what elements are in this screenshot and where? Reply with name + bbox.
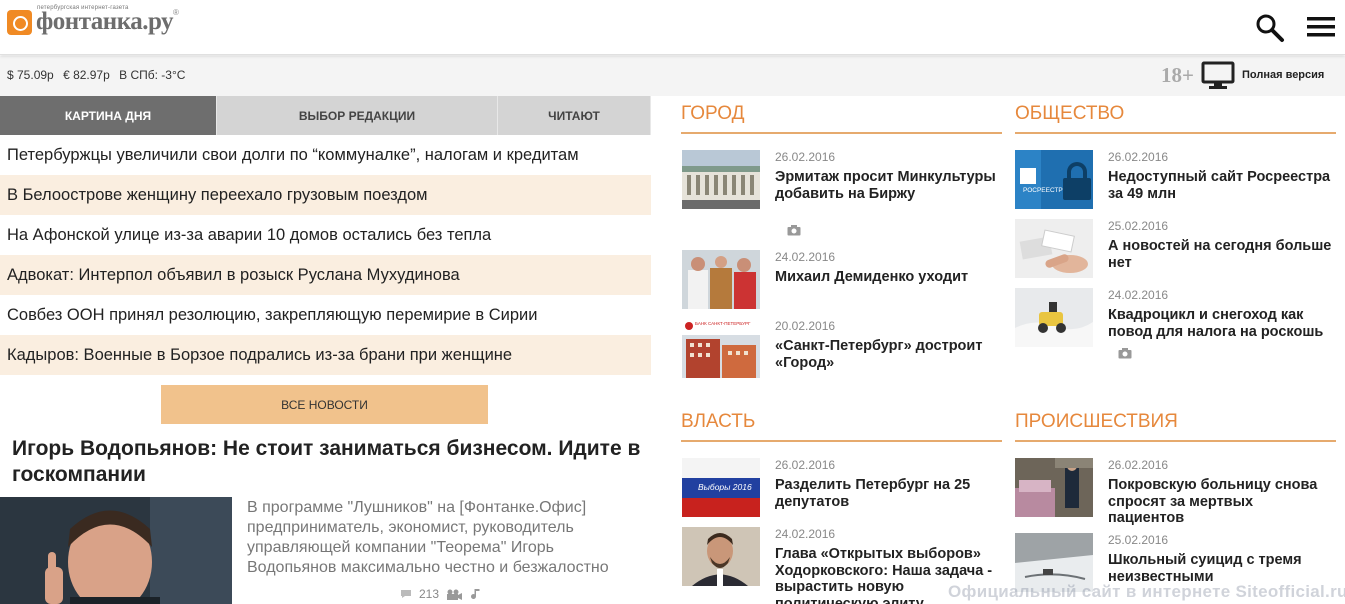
section-title-obshchestvo[interactable]: ОБЩЕСТВО bbox=[1015, 96, 1336, 134]
article-date: 24.02.2016 bbox=[775, 250, 836, 264]
usd-rate: $ 75.09р bbox=[7, 68, 54, 82]
feature-meta: 213 bbox=[400, 587, 483, 601]
article-title[interactable]: А новостей на сегодня больше нет bbox=[1108, 238, 1333, 271]
article-card[interactable]: БАНК САНКТ-ПЕТЕРБУРГ 20.02.2016 «Санкт-П… bbox=[682, 319, 1003, 379]
comment-icon bbox=[401, 590, 411, 598]
logo-text: фонтанка.ру bbox=[36, 8, 174, 35]
news-item[interactable]: Совбез ООН принял резолюцию, закрепляющу… bbox=[0, 295, 651, 335]
article-date: 26.02.2016 bbox=[775, 458, 836, 472]
section-obshchestvo: ОБЩЕСТВО bbox=[1015, 96, 1336, 134]
article-card[interactable]: 25.02.2016 А новостей на сегодня больше … bbox=[1015, 219, 1336, 281]
news-tabs: КАРТИНА ДНЯ ВЫБОР РЕДАКЦИИ ЧИТАЮТ bbox=[0, 96, 651, 135]
bank-logo-text: БАНК САНКТ-ПЕТЕРБУРГ bbox=[695, 321, 751, 326]
article-card[interactable]: 24.02.2016 Квадроцикл и снегоход как пов… bbox=[1015, 288, 1336, 363]
article-title[interactable]: Разделить Петербург на 25 депутатов bbox=[775, 477, 1000, 510]
article-card[interactable]: 24.02.2016 Михаил Демиденко уходит bbox=[682, 250, 1003, 310]
feature-lead: В программе "Лушников" на [Фонтанке.Офис… bbox=[247, 499, 609, 576]
vybory-text: Выборы 2016 bbox=[698, 482, 752, 492]
article-card[interactable]: РОСРЕЕСТР 26.02.2016 Недоступный сайт Ро… bbox=[1015, 150, 1336, 212]
article-thumbnail[interactable]: РОСРЕЕСТР bbox=[1015, 150, 1093, 209]
camera-icon bbox=[787, 225, 801, 236]
section-title-vlast[interactable]: ВЛАСТЬ bbox=[681, 404, 1002, 442]
section-gorod: ГОРОД bbox=[681, 96, 1002, 134]
section-title-proisshestviya[interactable]: ПРОИСШЕСТВИЯ bbox=[1015, 404, 1336, 442]
article-date: 24.02.2016 bbox=[775, 527, 836, 541]
monitor-icon[interactable] bbox=[1201, 61, 1235, 91]
article-card[interactable]: 26.02.2016 Эрмитаж просит Минкультуры до… bbox=[682, 150, 1003, 245]
article-thumbnail[interactable] bbox=[682, 527, 760, 586]
tab-vybor-redaktsii[interactable]: ВЫБОР РЕДАКЦИИ bbox=[217, 96, 498, 135]
article-thumbnail[interactable] bbox=[682, 250, 760, 309]
article-date: 25.02.2016 bbox=[1108, 533, 1169, 547]
article-date: 26.02.2016 bbox=[1108, 150, 1169, 164]
camera-icon bbox=[1118, 348, 1132, 359]
article-thumbnail[interactable] bbox=[682, 150, 760, 209]
feature-photo[interactable] bbox=[0, 497, 232, 604]
all-news-button[interactable]: ВСЕ НОВОСТИ bbox=[161, 385, 488, 424]
weather: В СПб: -3°С bbox=[119, 68, 186, 82]
age-rating-badge: 18+ bbox=[1161, 63, 1194, 87]
rosreestr-text: РОСРЕЕСТР bbox=[1023, 187, 1063, 194]
logo-wordmark: петербургская интернет-газета фонтанка.р… bbox=[36, 5, 179, 36]
logo-mark-icon bbox=[7, 9, 32, 35]
article-date: 25.02.2016 bbox=[1108, 219, 1169, 233]
section-proisshestviya: ПРОИСШЕСТВИЯ bbox=[1015, 404, 1336, 442]
info-bar: $ 75.09р € 82.97р В СПб: -3°С 18+ Полная… bbox=[0, 56, 1345, 96]
site-logo[interactable]: петербургская интернет-газета фонтанка.р… bbox=[7, 5, 179, 36]
article-card[interactable]: Выборы 2016 26.02.2016 Разделить Петербу… bbox=[682, 458, 1003, 520]
article-thumbnail[interactable]: Выборы 2016 bbox=[682, 458, 760, 517]
article-title[interactable]: Покровскую больницу снова спросят за мер… bbox=[1108, 477, 1333, 527]
article-thumbnail[interactable]: БАНК САНКТ-ПЕТЕРБУРГ bbox=[682, 319, 760, 378]
article-card[interactable]: 26.02.2016 Покровскую больницу снова спр… bbox=[1015, 458, 1336, 528]
section-vlast: ВЛАСТЬ bbox=[681, 404, 1002, 442]
full-version-link[interactable]: Полная версия bbox=[1242, 69, 1324, 81]
news-item[interactable]: В Белоострове женщину переехало грузовым… bbox=[0, 175, 651, 215]
tab-chitayut[interactable]: ЧИТАЮТ bbox=[498, 96, 651, 135]
article-title[interactable]: Школьный суицид с тремя неизвестными bbox=[1108, 552, 1333, 585]
news-item[interactable]: Адвокат: Интерпол объявил в розыск Русла… bbox=[0, 255, 651, 295]
site-watermark: Официальный сайт в интернете Siteofficia… bbox=[948, 582, 1345, 601]
article-title[interactable]: Михаил Демиденко уходит bbox=[775, 269, 1000, 286]
article-title[interactable]: Эрмитаж просит Минкультуры добавить на Б… bbox=[775, 169, 1000, 202]
article-title[interactable]: Квадроцикл и снегоход как повод для нало… bbox=[1108, 307, 1333, 340]
section-title-gorod[interactable]: ГОРОД bbox=[681, 96, 1002, 134]
logo-registered-mark: ® bbox=[173, 8, 179, 17]
article-date: 24.02.2016 bbox=[1108, 288, 1169, 302]
article-title[interactable]: Недоступный сайт Росреестра за 49 млн bbox=[1108, 169, 1333, 202]
feature-title[interactable]: Игорь Водопьянов: Не стоит заниматься би… bbox=[12, 436, 642, 488]
article-date: 20.02.2016 bbox=[775, 319, 836, 333]
news-item[interactable]: Кадыров: Военные в Борзое подрались из-з… bbox=[0, 335, 651, 375]
tab-kartina-dnya[interactable]: КАРТИНА ДНЯ bbox=[0, 96, 217, 135]
article-date: 26.02.2016 bbox=[775, 150, 836, 164]
news-item[interactable]: Петербуржцы увеличили свои долги по “ком… bbox=[0, 135, 651, 175]
audio-icon bbox=[471, 589, 480, 599]
video-icon bbox=[447, 589, 463, 600]
hamburger-menu-icon[interactable] bbox=[1306, 15, 1336, 39]
article-thumbnail[interactable] bbox=[1015, 219, 1093, 278]
comment-count: 213 bbox=[419, 587, 440, 601]
top-header: петербургская интернет-газета фонтанка.р… bbox=[0, 0, 1345, 55]
news-item[interactable]: На Афонской улице из-за аварии 10 домов … bbox=[0, 215, 651, 255]
currency-weather: $ 75.09р € 82.97р В СПб: -3°С bbox=[7, 68, 191, 82]
eur-rate: € 82.97р bbox=[63, 68, 110, 82]
article-date: 26.02.2016 bbox=[1108, 458, 1169, 472]
logo-tagline: петербургская интернет-газета bbox=[37, 5, 129, 11]
article-title[interactable]: «Санкт-Петербург» достроит «Город» bbox=[775, 338, 1000, 371]
search-icon[interactable] bbox=[1255, 13, 1285, 43]
news-list: Петербуржцы увеличили свои долги по “ком… bbox=[0, 135, 651, 375]
article-thumbnail[interactable] bbox=[1015, 288, 1093, 347]
article-thumbnail[interactable] bbox=[1015, 458, 1093, 517]
